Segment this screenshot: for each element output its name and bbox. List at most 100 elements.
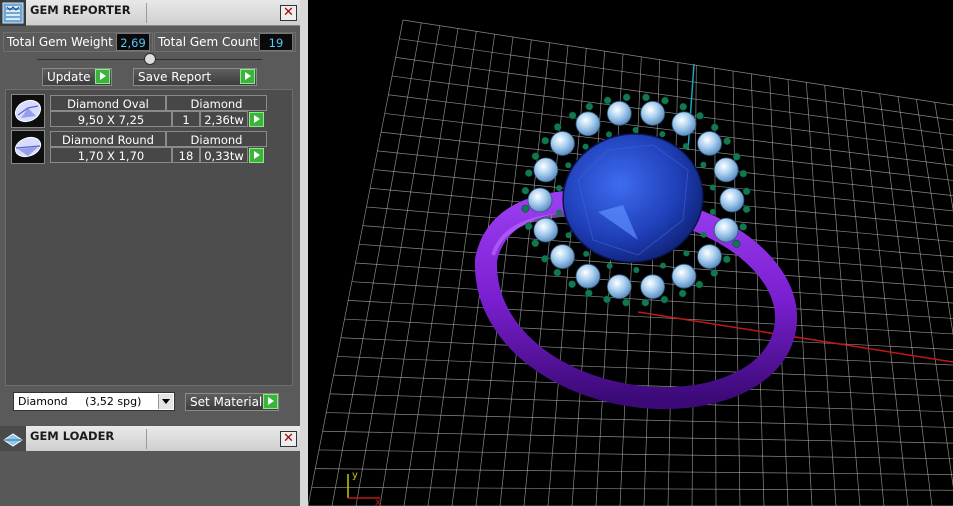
prong — [531, 239, 540, 248]
halo-stone — [550, 244, 575, 269]
viewport-grid — [308, 19, 953, 506]
halo-stone — [606, 274, 632, 300]
prong — [659, 131, 666, 138]
prong — [660, 295, 669, 304]
gem-reporter-title: GEM REPORTER — [30, 3, 131, 17]
prong — [742, 187, 751, 196]
gem-count: 18 — [172, 147, 200, 163]
prong — [521, 186, 530, 195]
prong — [565, 232, 572, 239]
prong — [632, 127, 639, 134]
material-select[interactable]: Diamond (3,52 spg) — [13, 392, 175, 411]
halo-stone — [719, 187, 745, 213]
gem-list: Diamond Oval Diamond 9,50 X 7,25 1 2,36t… — [5, 89, 293, 386]
save-report-button-label: Save Report — [138, 70, 212, 84]
prong — [565, 162, 572, 169]
halo-stone — [527, 187, 553, 213]
viewport-canvas[interactable]: y x — [308, 0, 953, 506]
save-report-play-icon[interactable] — [240, 69, 255, 84]
prong — [541, 136, 550, 145]
prong — [568, 280, 576, 289]
prong — [525, 169, 533, 177]
gem-row-play-icon[interactable] — [249, 112, 264, 127]
save-report-button[interactable]: Save Report — [133, 68, 257, 86]
gem-size: 1,70 X 1,70 — [50, 147, 172, 163]
axis-gizmo-x-label: x — [375, 497, 381, 506]
gem-weight: 2,36tw — [200, 111, 248, 127]
prong — [678, 289, 687, 298]
prong — [742, 205, 751, 214]
prong — [583, 250, 590, 257]
gem-row[interactable]: Diamond Oval Diamond 9,50 X 7,25 1 2,36t… — [6, 90, 292, 128]
halo-stone — [713, 217, 739, 243]
splitter-handle[interactable] — [144, 53, 156, 65]
prong — [709, 208, 716, 215]
prong — [660, 262, 667, 269]
prong — [739, 223, 747, 231]
prong — [582, 143, 589, 150]
gem-row[interactable]: Diamond Round Diamond 1,70 X 1,70 18 0,3… — [6, 127, 292, 165]
close-icon: ✕ — [283, 431, 294, 446]
total-weight-value: 2,69 — [116, 33, 150, 51]
prong — [723, 137, 731, 146]
halo-stone — [671, 263, 697, 289]
gem-reporter-close-button[interactable]: ✕ — [280, 5, 297, 21]
total-count-value: 19 — [259, 33, 293, 51]
prong — [732, 152, 741, 161]
prong — [710, 269, 719, 277]
halo-stone — [533, 157, 559, 183]
material-select-value: Diamond (3,52 spg) — [18, 395, 142, 408]
prong — [622, 93, 631, 102]
prong — [700, 161, 707, 168]
prong — [521, 204, 530, 213]
prong — [710, 123, 719, 132]
prong — [553, 123, 562, 131]
panel-splitter[interactable] — [300, 0, 308, 506]
halo-stone — [671, 111, 697, 137]
titlebar-divider — [146, 429, 147, 449]
halo-stone — [697, 244, 722, 269]
gem-row-play-icon[interactable] — [249, 148, 264, 163]
halo-stone — [606, 100, 632, 126]
prong — [622, 298, 630, 307]
prong — [679, 102, 688, 111]
prong — [541, 254, 549, 263]
prong — [553, 268, 562, 277]
prong — [584, 289, 593, 298]
prong — [585, 102, 594, 111]
gem-count: 1 — [172, 111, 200, 127]
z-axis-line — [687, 63, 695, 151]
prong — [709, 184, 716, 191]
round-diamond-icon — [11, 130, 45, 164]
gem-loader-close-button[interactable]: ✕ — [280, 431, 297, 447]
halo-stone — [533, 217, 559, 243]
prong — [556, 185, 563, 192]
update-button-label: Update — [47, 70, 91, 84]
prong — [696, 111, 704, 120]
prong — [641, 298, 650, 307]
prong — [642, 93, 650, 102]
halo-stone — [550, 131, 575, 156]
gem-material: Diamond — [166, 131, 267, 147]
prong — [682, 143, 689, 150]
halo-stone — [640, 274, 666, 300]
prong — [683, 250, 690, 257]
axis-gizmo: y x — [347, 470, 381, 506]
prong — [605, 131, 612, 138]
prong — [606, 262, 613, 269]
prong — [661, 96, 669, 105]
total-count-label: Total Gem Count — [158, 35, 258, 49]
oval-diamond-icon — [11, 94, 45, 128]
axis-gizmo-y-label: y — [352, 470, 358, 481]
gem-reporter-icon — [0, 0, 26, 26]
update-play-icon[interactable] — [95, 69, 110, 84]
gem-material: Diamond — [166, 95, 267, 111]
3d-viewport[interactable]: y x — [308, 0, 953, 506]
prong — [695, 280, 704, 289]
gem-reporter-panel: GEM REPORTER ✕ Total Gem Weight 2,69 Tot… — [0, 0, 300, 506]
set-material-play-icon[interactable] — [263, 394, 278, 409]
set-material-button-label: Set Material — [190, 395, 263, 409]
chevron-down-icon[interactable] — [158, 394, 173, 409]
gem-loader-body — [0, 451, 300, 506]
total-weight-label: Total Gem Weight — [7, 35, 113, 49]
